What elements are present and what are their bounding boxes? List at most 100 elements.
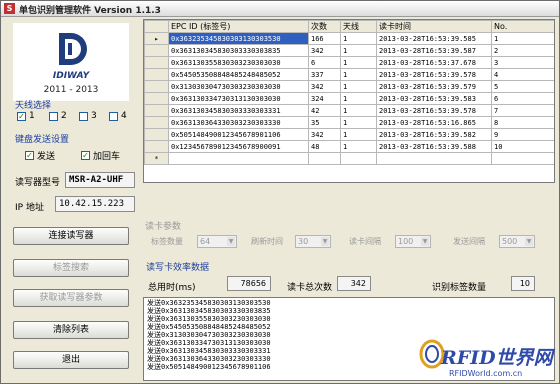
cell-time[interactable]: 2013-03-28T16:53:39.588	[376, 140, 492, 153]
empty-cell[interactable]	[340, 152, 377, 165]
cell-antenna[interactable]: 1	[340, 128, 377, 141]
empty-cell[interactable]	[308, 152, 341, 165]
row-header[interactable]: ▸	[144, 32, 169, 45]
cell-epc[interactable]: 0x363130334730313130303030	[168, 92, 309, 105]
empty-cell[interactable]	[168, 152, 309, 165]
cell-antenna[interactable]: 1	[340, 116, 377, 129]
cell-count[interactable]: 6	[308, 56, 341, 69]
send-checkbox[interactable]: ✓ 发送	[25, 149, 55, 162]
cell-antenna[interactable]: 1	[340, 140, 377, 153]
cell-no[interactable]: 7	[491, 104, 554, 117]
read-interval-combo[interactable]: 100 ▼	[395, 235, 431, 248]
new-row[interactable]: *	[144, 152, 554, 165]
cell-count[interactable]: 342	[308, 80, 341, 93]
cell-epc[interactable]: 0x363130345830303330303331	[168, 104, 309, 117]
cell-epc[interactable]: 0x313030304730303230303030	[168, 80, 309, 93]
cell-no[interactable]: 1	[491, 32, 554, 45]
antenna-2-checkbox[interactable]: 2	[49, 111, 67, 121]
cell-time[interactable]: 2013-03-28T16:53:39.587	[376, 44, 492, 57]
cell-time[interactable]: 2013-03-28T16:53:39.579	[376, 80, 492, 93]
cell-antenna[interactable]: 1	[340, 56, 377, 69]
cell-time[interactable]: 2013-03-28T16:53:39.578	[376, 68, 492, 81]
cell-time[interactable]: 2013-03-28T16:53:39.582	[376, 128, 492, 141]
empty-cell[interactable]	[376, 152, 492, 165]
table-row[interactable]: ▸ 0x363235345830303130303530 166 1 2013-03-2…	[144, 32, 554, 45]
cell-count[interactable]: 342	[308, 128, 341, 141]
cell-antenna[interactable]: 1	[340, 44, 377, 57]
connect-button[interactable]: 连接读写器	[13, 227, 129, 245]
cell-antenna[interactable]: 1	[340, 80, 377, 93]
antenna-4-checkbox[interactable]: 4	[109, 111, 127, 121]
exit-button[interactable]: 退出	[13, 351, 129, 369]
row-header[interactable]	[144, 44, 169, 57]
table-row[interactable]: 0x545053508848485248485052 337 1 2013-03-28…	[144, 68, 554, 81]
cell-epc[interactable]: 0x363130364330303230303330	[168, 116, 309, 129]
enter-checkbox[interactable]: ✓ 加回车	[81, 149, 120, 162]
cell-epc[interactable]: 0x123456789012345678900091	[168, 140, 309, 153]
cell-antenna[interactable]: 1	[340, 92, 377, 105]
cell-count[interactable]: 324	[308, 92, 341, 105]
cell-no[interactable]: 6	[491, 92, 554, 105]
table-row[interactable]: 0x123456789012345678900091 48 1 2013-03-28T…	[144, 140, 554, 153]
cell-epc[interactable]: 0x505148490012345678901106	[168, 128, 309, 141]
cell-time[interactable]: 2013-03-28T16:53:16.865	[376, 116, 492, 129]
table-row[interactable]: 0x363130334730313130303030 324 1 2013-03-28…	[144, 92, 554, 105]
table-row[interactable]: 0x363130345830303330303331 42 1 2013-03-28T…	[144, 104, 554, 117]
cell-count[interactable]: 35	[308, 116, 341, 129]
antenna-3-checkbox[interactable]: 3	[79, 111, 97, 121]
cell-epc[interactable]: 0x363130345830303330303835	[168, 44, 309, 57]
row-header[interactable]	[144, 80, 169, 93]
cell-no[interactable]: 4	[491, 68, 554, 81]
tag-grid[interactable]: EPC ID (标签号) 次数 天线 读卡时间 No. ▸ 0x363235345…	[143, 19, 555, 183]
cell-count[interactable]: 342	[308, 44, 341, 57]
table-row[interactable]: 0x363130355830303230303030 6 1 2013-03-28T1…	[144, 56, 554, 69]
empty-cell[interactable]	[491, 152, 554, 165]
cell-antenna[interactable]: 1	[340, 32, 377, 45]
column-header-no[interactable]: No.	[491, 20, 554, 33]
cell-no[interactable]: 2	[491, 44, 554, 57]
cell-count[interactable]: 42	[308, 104, 341, 117]
column-header-count[interactable]: 次数	[308, 20, 341, 33]
cell-no[interactable]: 3	[491, 56, 554, 69]
row-header[interactable]	[144, 92, 169, 105]
cell-antenna[interactable]: 1	[340, 68, 377, 81]
row-header[interactable]	[144, 140, 169, 153]
table-row[interactable]: 0x505148490012345678901106 342 1 2013-03-28…	[144, 128, 554, 141]
row-header[interactable]	[144, 116, 169, 129]
tag-search-button[interactable]: 标签搜索	[13, 259, 129, 277]
refresh-combo[interactable]: 30 ▼	[295, 235, 331, 248]
title-bar[interactable]: S 单包识别管理软件 Version 1.1.3	[1, 1, 559, 17]
cell-count[interactable]: 337	[308, 68, 341, 81]
tag-count-combo[interactable]: 64 ▼	[197, 235, 237, 248]
cell-epc[interactable]: 0x363235345830303130303530	[168, 32, 309, 45]
cell-time[interactable]: 2013-03-28T16:53:39.583	[376, 92, 492, 105]
cell-epc[interactable]: 0x545053508848485248485052	[168, 68, 309, 81]
column-header-antenna[interactable]: 天线	[340, 20, 377, 33]
column-header-epc[interactable]: EPC ID (标签号)	[168, 20, 309, 33]
send-interval-combo[interactable]: 500 ▼	[499, 235, 535, 248]
row-header[interactable]	[144, 56, 169, 69]
row-header[interactable]	[144, 128, 169, 141]
row-header[interactable]	[144, 68, 169, 81]
table-row[interactable]: 0x313030304730303230303030 342 1 2013-03-28…	[144, 80, 554, 93]
get-params-button[interactable]: 获取读写器参数	[13, 289, 129, 307]
cell-no[interactable]: 5	[491, 80, 554, 93]
cell-time[interactable]: 2013-03-28T16:53:39.578	[376, 104, 492, 117]
antenna-1-checkbox[interactable]: ✓ 1	[17, 111, 35, 121]
table-row[interactable]: 0x363130345830303330303835 342 1 2013-03-28…	[144, 44, 554, 57]
cell-time[interactable]: 2013-03-28T16:53:39.585	[376, 32, 492, 45]
cell-count[interactable]: 166	[308, 32, 341, 45]
cell-time[interactable]: 2013-03-28T16:53:37.678	[376, 56, 492, 69]
cell-epc[interactable]: 0x363130355830303230303030	[168, 56, 309, 69]
cell-no[interactable]: 8	[491, 116, 554, 129]
cell-no[interactable]: 10	[491, 140, 554, 153]
table-row[interactable]: 0x363130364330303230303330 35 1 2013-03-28T…	[144, 116, 554, 129]
row-header[interactable]	[144, 104, 169, 117]
column-header-time[interactable]: 读卡时间	[376, 20, 492, 33]
ip-field[interactable]: 10.42.15.223	[55, 196, 135, 212]
cell-antenna[interactable]: 1	[340, 104, 377, 117]
cell-count[interactable]: 48	[308, 140, 341, 153]
reader-model-field[interactable]: MSR-A2-UHF	[65, 172, 135, 188]
clear-list-button[interactable]: 清除列表	[13, 321, 129, 339]
cell-no[interactable]: 9	[491, 128, 554, 141]
